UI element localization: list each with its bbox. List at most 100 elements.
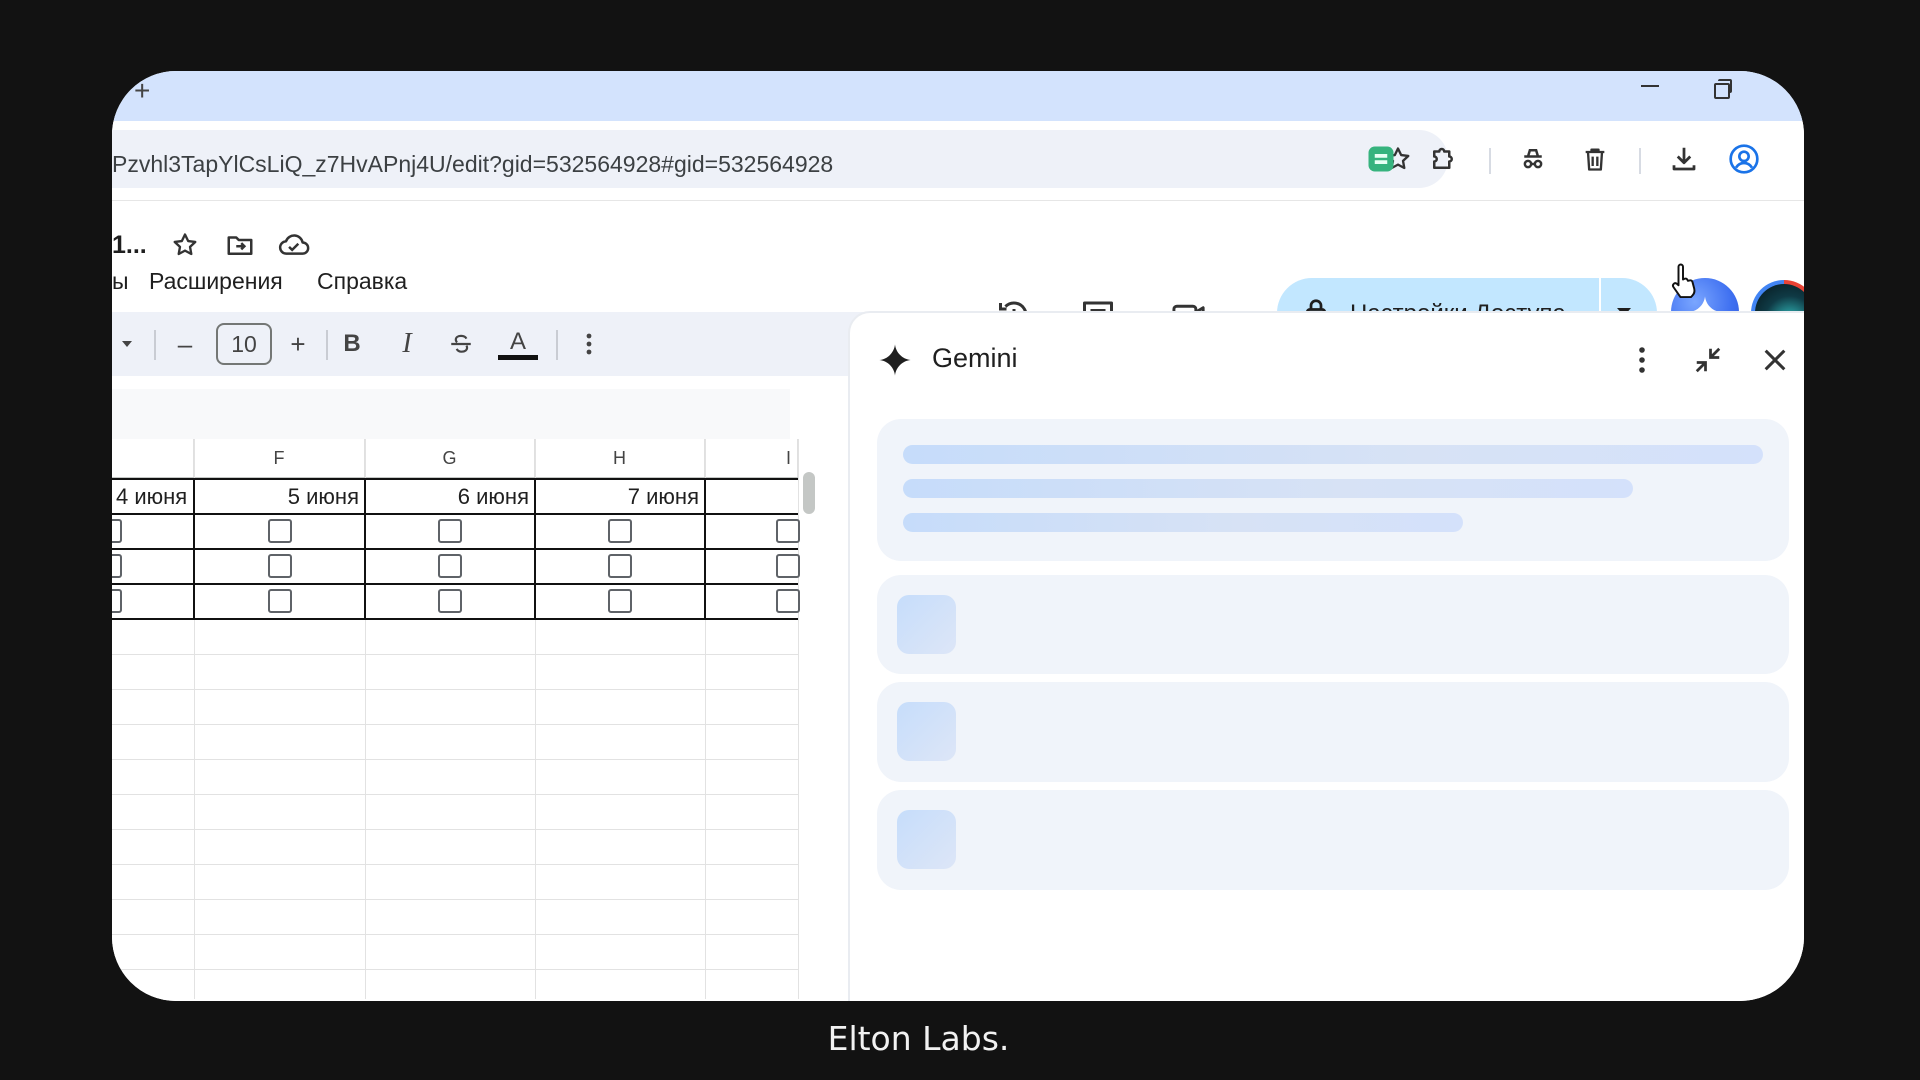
skeleton-thumbnail [897,702,956,761]
loading-skeleton-suggestion [877,790,1789,890]
text-color-button[interactable]: A [498,328,538,360]
trash-icon[interactable] [1579,143,1611,175]
strikethrough-icon[interactable] [443,328,479,360]
menu-tools-fragment[interactable]: ы [112,268,129,295]
minimize-button[interactable] [1641,85,1659,87]
move-folder-icon[interactable] [220,225,260,265]
column-header-F[interactable]: F [194,439,365,477]
spreadsheet: F G H I 4 июня 5 июня 6 июня 7 июня [112,389,818,1001]
sheets-header: 1... ы Расширения Справка Настрой [112,201,1804,348]
video-caption: Elton Labs. [827,1019,1010,1058]
format-toolbar: – 10 + B I A [112,312,928,376]
toolbar-separator [154,330,156,360]
italic-button[interactable]: I [389,328,425,360]
task-checkbox[interactable] [438,554,462,578]
skeleton-line [903,479,1633,498]
column-header-E[interactable] [112,439,194,477]
grid-line [112,899,798,900]
skeleton-line [903,445,1763,464]
date-cell[interactable]: 5 июня [194,479,365,514]
table-border [112,583,798,585]
restore-button[interactable] [1714,79,1732,99]
date-cell[interactable]: 7 июня [535,479,705,514]
grid-line [112,759,798,760]
table-border [112,618,798,620]
cloud-saved-icon[interactable] [274,225,314,265]
task-checkbox[interactable] [438,519,462,543]
grid-line [112,934,798,935]
browser-window: + Pzvhl3TapYlCsLiQ_z7HvAPnj4U/edit?gid=5… [112,71,1804,1001]
grid-line [112,654,798,655]
vertical-scrollbar[interactable] [803,472,815,514]
task-checkbox[interactable] [608,519,632,543]
text-color-swatch [498,354,538,360]
menu-extensions[interactable]: Расширения [149,268,283,295]
grid-line [112,794,798,795]
gemini-side-panel: Gemini [848,311,1804,1001]
grid-line [112,689,798,690]
skeleton-thumbnail [897,595,956,654]
gemini-panel-title: Gemini [932,343,1018,373]
table-border [193,479,195,619]
bold-button[interactable]: B [334,328,370,360]
task-checkbox[interactable] [112,519,122,543]
grid-line [112,864,798,865]
toolbar-separator [556,330,558,360]
browser-toolbar: Pzvhl3TapYlCsLiQ_z7HvAPnj4U/edit?gid=532… [112,121,1804,201]
zoom-dropdown-icon[interactable] [112,328,142,360]
menu-help[interactable]: Справка [317,268,407,295]
document-title[interactable]: 1... [112,231,147,260]
task-checkbox[interactable] [776,554,800,578]
table-border [704,479,706,619]
font-size-input[interactable]: 10 [216,323,272,365]
loading-skeleton-suggestion [877,682,1789,782]
star-icon[interactable] [165,225,205,265]
toolbar-divider [1489,148,1491,174]
skeleton-thumbnail [897,810,956,869]
task-checkbox[interactable] [267,589,292,613]
task-checkbox[interactable] [267,554,292,578]
download-icon[interactable] [1668,143,1700,175]
more-vert-icon[interactable] [1623,341,1661,379]
font-size-decrease-button[interactable]: – [167,328,203,360]
hand-cursor-icon [1668,263,1698,304]
table-border [112,548,798,550]
column-header-H[interactable]: H [535,439,705,477]
grid-line [112,829,798,830]
task-checkbox[interactable] [776,519,800,543]
task-checkbox[interactable] [608,554,632,578]
column-header-I[interactable]: I [705,439,798,477]
skeleton-line [903,513,1463,532]
profile-icon[interactable] [1728,143,1760,175]
task-checkbox[interactable] [608,589,632,613]
puzzle-icon[interactable] [1427,143,1459,175]
close-icon[interactable] [1756,341,1794,379]
incognito-icon[interactable] [1517,143,1549,175]
extension-green-icon[interactable] [1365,143,1397,175]
gemini-sparkle-icon [878,343,912,382]
column-header-G[interactable]: G [365,439,535,477]
url-text[interactable]: Pzvhl3TapYlCsLiQ_z7HvAPnj4U/edit?gid=532… [112,151,833,178]
text-color-glyph: A [509,327,526,355]
collapse-panel-icon[interactable] [1689,341,1727,379]
grid-line [112,724,798,725]
more-options-icon[interactable] [574,328,604,360]
new-tab-button[interactable]: + [134,71,150,111]
task-checkbox[interactable] [112,589,122,613]
address-bar[interactable]: Pzvhl3TapYlCsLiQ_z7HvAPnj4U/edit?gid=532… [112,130,1448,188]
table-border [534,479,536,619]
task-checkbox[interactable] [776,589,800,613]
date-cell[interactable]: 4 июня [112,479,194,514]
date-cell[interactable]: 6 июня [365,479,535,514]
tab-strip: + [112,71,1804,121]
grid-line [112,969,798,970]
toolbar-separator [326,330,328,360]
toolbar-divider [1639,148,1641,174]
loading-skeleton-suggestion [877,575,1789,674]
table-border [112,478,798,480]
task-checkbox[interactable] [438,589,462,613]
task-checkbox[interactable] [112,554,122,578]
font-size-increase-button[interactable]: + [280,328,316,360]
task-checkbox[interactable] [267,519,292,543]
formula-bar[interactable] [112,389,790,439]
